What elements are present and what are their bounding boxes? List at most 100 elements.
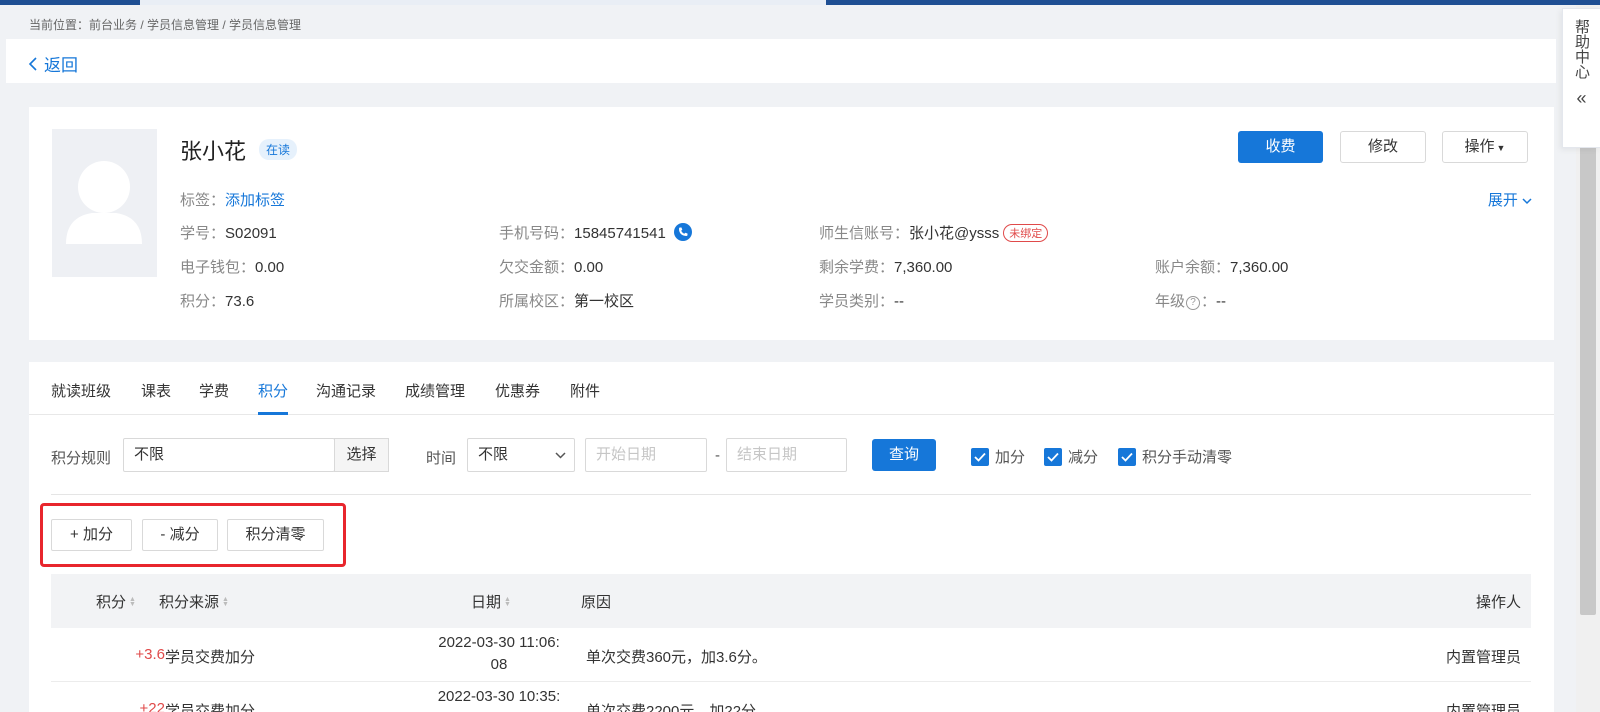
end-date-input[interactable]: 结束日期 bbox=[726, 438, 847, 472]
tab-classes[interactable]: 就读班级 bbox=[51, 380, 111, 401]
breadcrumb: 当前位置：前台业务 / 学员信息管理 / 学员信息管理 bbox=[29, 18, 302, 32]
points-value: 73.6 bbox=[225, 293, 255, 310]
col-date-label: 日期 bbox=[471, 594, 502, 611]
add-tag-link[interactable]: 添加标签 bbox=[225, 192, 285, 209]
expand-toggle[interactable]: 展开 bbox=[1488, 189, 1532, 210]
top-nav-bar bbox=[0, 0, 1600, 5]
tab-schedule[interactable]: 课表 bbox=[141, 380, 171, 401]
rule-select-button[interactable]: 选择 bbox=[334, 438, 389, 472]
tab-attachments[interactable]: 附件 bbox=[570, 380, 600, 401]
row-reason: 单次交费2200元，加22分。 bbox=[586, 703, 772, 712]
scrollbar-thumb[interactable] bbox=[1580, 145, 1596, 615]
rule-label: 积分规则 bbox=[51, 450, 112, 467]
rule-input[interactable]: 不限 bbox=[123, 438, 335, 472]
account-field: 师生信账号：张小花@ysss 未绑定 bbox=[819, 222, 1049, 243]
checkbox-clear-label: 积分手动清零 bbox=[1142, 449, 1233, 466]
operate-dropdown-button[interactable]: 操作 ▼ bbox=[1442, 131, 1528, 163]
clear-points-button[interactable]: 积分清零 bbox=[227, 519, 324, 551]
checkbox-checked-icon bbox=[1044, 447, 1062, 466]
student-no-value: S02091 bbox=[225, 225, 277, 242]
row-points: +3.6 bbox=[135, 646, 165, 663]
account-label: 师生信账号： bbox=[819, 225, 910, 242]
back-button[interactable]: 返回 bbox=[28, 51, 78, 76]
tab-communication[interactable]: 沟通记录 bbox=[316, 380, 376, 401]
sort-icon: ▲ ▼ bbox=[129, 595, 136, 608]
row-points: +22 bbox=[139, 700, 165, 712]
row-operator: 内置管理员 bbox=[1445, 703, 1521, 712]
owed-value: 0.00 bbox=[574, 259, 604, 276]
edit-button[interactable]: 修改 bbox=[1340, 131, 1426, 163]
avatar bbox=[52, 129, 157, 277]
remaining-fee-field: 剩余学费：7,360.00 bbox=[819, 256, 952, 277]
grade-field: 年级? ：-- bbox=[1155, 290, 1226, 311]
points-label: 积分： bbox=[180, 293, 226, 310]
student-profile-card: 张小花 在读 标签：添加标签 学号：S02091 手机号码：1584574154… bbox=[29, 107, 1554, 340]
checkbox-manual-clear[interactable]: 积分手动清零 bbox=[1118, 446, 1232, 467]
remaining-fee-label: 剩余学费： bbox=[819, 259, 895, 276]
subtract-points-button[interactable]: - 减分 bbox=[142, 519, 218, 551]
back-bar: 返回 bbox=[6, 39, 1556, 83]
start-date-input[interactable]: 开始日期 bbox=[585, 438, 707, 472]
tab-grades[interactable]: 成绩管理 bbox=[405, 380, 465, 401]
phone-value: 15845741541 bbox=[574, 225, 666, 242]
phone-label: 手机号码： bbox=[499, 225, 575, 242]
checkbox-subtract-label: 减分 bbox=[1068, 449, 1099, 466]
collapse-chevron-icon[interactable]: « bbox=[1563, 88, 1600, 109]
tab-coupons[interactable]: 优惠券 bbox=[495, 380, 540, 401]
operate-label: 操作 bbox=[1464, 138, 1495, 155]
wallet-field: 电子钱包：0.00 bbox=[180, 256, 284, 277]
checkbox-add-label: 加分 bbox=[995, 449, 1026, 466]
user-silhouette-icon bbox=[66, 161, 142, 244]
col-operator-header: 操作人 bbox=[1475, 594, 1521, 611]
sort-icon: ▲ ▼ bbox=[222, 595, 229, 608]
chevron-down-icon bbox=[1522, 198, 1532, 205]
campus-field: 所属校区：第一校区 bbox=[499, 290, 634, 311]
phone-call-icon[interactable] bbox=[673, 223, 692, 241]
divider bbox=[51, 494, 1531, 495]
table-row: +3.6 学员交费加分 2022-03-30 11:06: 08 单次交费360元… bbox=[51, 628, 1531, 682]
grade-colon: ： bbox=[1201, 293, 1217, 310]
col-reason-header: 原因 bbox=[581, 594, 612, 611]
phone-field: 手机号码：15845741541 bbox=[499, 222, 692, 243]
grade-label: 年级 bbox=[1155, 293, 1186, 310]
row-operator: 内置管理员 bbox=[1445, 649, 1521, 666]
student-no-label: 学号： bbox=[180, 225, 226, 242]
date-separator: - bbox=[715, 447, 720, 464]
col-date-header[interactable]: 日期 ▲ ▼ bbox=[471, 591, 511, 612]
col-source-header[interactable]: 积分来源 ▲ ▼ bbox=[159, 591, 229, 612]
tab-bar: 就读班级 课表 学费 积分 沟通记录 成绩管理 优惠券 附件 bbox=[29, 362, 1554, 415]
checkbox-add-points[interactable]: 加分 bbox=[971, 446, 1025, 467]
student-no-field: 学号：S02091 bbox=[180, 222, 277, 243]
back-label: 返回 bbox=[44, 56, 78, 75]
expand-label: 展开 bbox=[1487, 192, 1518, 209]
unbound-badge: 未绑定 bbox=[1003, 224, 1049, 242]
student-name: 张小花 bbox=[180, 139, 247, 164]
checkbox-checked-icon bbox=[1118, 447, 1136, 466]
tab-points[interactable]: 积分 bbox=[258, 380, 288, 401]
tab-tuition[interactable]: 学费 bbox=[199, 380, 229, 401]
checkbox-subtract-points[interactable]: 减分 bbox=[1044, 446, 1098, 467]
category-label: 学员类别： bbox=[819, 293, 895, 310]
owed-field: 欠交金额：0.00 bbox=[499, 256, 603, 277]
tag-row: 标签：添加标签 bbox=[180, 189, 285, 210]
charge-button[interactable]: 收费 bbox=[1238, 131, 1323, 163]
account-value: 张小花@ysss bbox=[909, 225, 1000, 242]
help-center-label: 帮助中心 bbox=[1573, 19, 1590, 79]
checkbox-checked-icon bbox=[971, 447, 989, 466]
wallet-label: 电子钱包： bbox=[180, 259, 256, 276]
chevron-left-icon bbox=[28, 56, 37, 71]
balance-label: 账户余额： bbox=[1155, 259, 1231, 276]
col-points-header[interactable]: 积分 ▲ ▼ bbox=[96, 591, 136, 612]
status-badge: 在读 bbox=[259, 139, 298, 160]
points-field: 积分：73.6 bbox=[180, 290, 254, 311]
remaining-fee-value: 7,360.00 bbox=[894, 259, 953, 276]
col-source-label: 积分来源 bbox=[159, 594, 220, 611]
balance-field: 账户余额：7,360.00 bbox=[1155, 256, 1288, 277]
help-center-tab[interactable]: 帮助中心 « bbox=[1562, 8, 1600, 148]
top-nav-active-tab[interactable] bbox=[140, 0, 826, 5]
help-circle-icon[interactable]: ? bbox=[1186, 296, 1201, 310]
time-select[interactable]: 不限 bbox=[467, 438, 575, 472]
query-button[interactable]: 查询 bbox=[872, 439, 936, 471]
add-points-button[interactable]: + 加分 bbox=[51, 519, 132, 551]
category-value: -- bbox=[894, 293, 905, 310]
